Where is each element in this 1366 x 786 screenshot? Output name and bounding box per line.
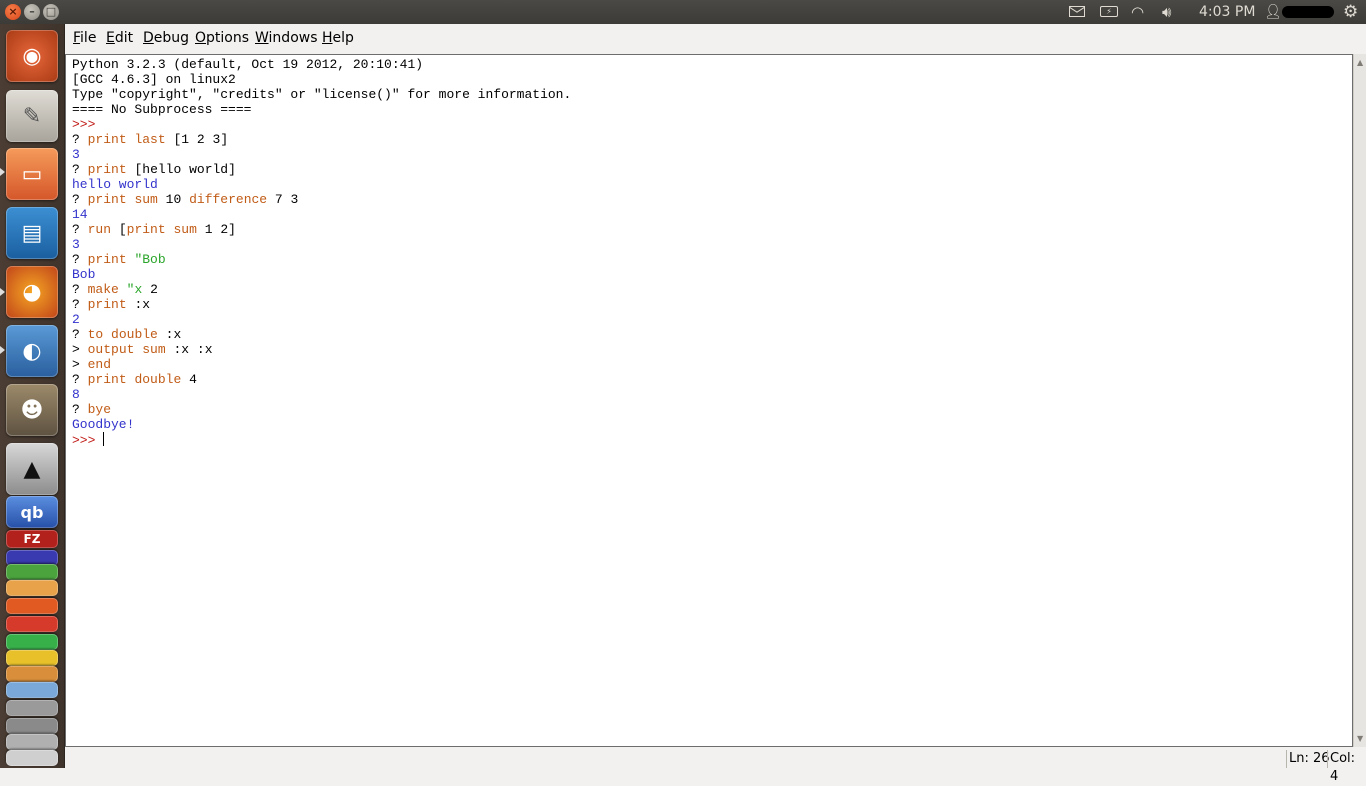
maximize-window-icon[interactable]: □ bbox=[43, 4, 59, 20]
filezilla-icon[interactable]: FZ bbox=[6, 530, 58, 548]
shell-output-line: 14 bbox=[72, 207, 88, 222]
menu-debug-mnemonic: D bbox=[143, 30, 154, 46]
menu-edit[interactable]: Edit bbox=[106, 30, 133, 46]
firefox-icon[interactable]: ◕ bbox=[6, 266, 58, 318]
battery-icon[interactable]: ⚡ bbox=[1100, 6, 1118, 17]
scroll-up-arrow-icon[interactable]: ▲ bbox=[1357, 58, 1363, 67]
shell-line: ? print double 4 bbox=[72, 372, 197, 387]
qbittorrent-icon[interactable]: qb bbox=[6, 496, 58, 528]
shell-output-line: 3 bbox=[72, 237, 80, 252]
files-icon[interactable]: ▭ bbox=[6, 148, 58, 200]
menu-file-label: ile bbox=[80, 30, 97, 46]
shell-line: ? make "x 2 bbox=[72, 282, 158, 297]
shell-prompt-line: >>> bbox=[72, 117, 104, 132]
clock[interactable]: 4:03 PM bbox=[1199, 0, 1255, 24]
menu-file-mnemonic: F bbox=[73, 30, 81, 46]
stacked-app-icon[interactable] bbox=[6, 598, 58, 614]
volume-icon[interactable]: 🔊︎ bbox=[1162, 0, 1171, 24]
shell-line: > output sum :x :x bbox=[72, 342, 213, 357]
mail-icon[interactable] bbox=[1069, 6, 1085, 17]
shell-line: Type "copyright", "credits" or "license(… bbox=[72, 87, 572, 102]
status-bar: Ln: 26 Col: 4 bbox=[65, 748, 1366, 784]
gimp-icon[interactable]: ☻ bbox=[6, 384, 58, 436]
writer-icon[interactable]: ▤ bbox=[6, 207, 58, 259]
menu-help-label: elp bbox=[332, 30, 354, 46]
shell-line: ? to double :x bbox=[72, 327, 182, 342]
stacked-app-icon[interactable] bbox=[6, 734, 58, 750]
shell-line: > end bbox=[72, 357, 112, 372]
text-editor-icon[interactable]: ✎ bbox=[6, 90, 58, 142]
stacked-app-icon[interactable] bbox=[6, 700, 58, 716]
menu-debug-label: ebug bbox=[153, 30, 190, 46]
shell-line: ? bye bbox=[72, 402, 112, 417]
settings-icon[interactable]: ⚙ bbox=[1343, 0, 1358, 24]
launcher: ◉ ✎ ▭ ▤ ◕ ◐ ☻ ▲ qb FZ bbox=[0, 24, 65, 768]
stacked-app-icon[interactable] bbox=[6, 718, 58, 734]
shell-output-line: Bob bbox=[72, 267, 96, 282]
inkscape-icon[interactable]: ▲ bbox=[6, 443, 58, 495]
status-line-number: Ln: 26 bbox=[1286, 750, 1332, 768]
menu-options-label: ptions bbox=[206, 30, 250, 46]
stacked-app-icon[interactable] bbox=[6, 666, 58, 682]
shell-line: ? print [hello world] bbox=[72, 162, 236, 177]
shell-current-prompt[interactable]: >>> bbox=[72, 432, 1352, 448]
running-indicator bbox=[0, 288, 5, 296]
menu-windows-label: indows bbox=[268, 30, 318, 46]
menu-windows-mnemonic: W bbox=[255, 30, 269, 46]
running-indicator bbox=[0, 168, 5, 176]
shell-output-line: hello world bbox=[72, 177, 158, 192]
user-name-redacted[interactable] bbox=[1282, 6, 1334, 18]
fz-label: FZ bbox=[23, 532, 41, 546]
stacked-app-icon[interactable] bbox=[6, 634, 58, 650]
close-window-icon[interactable]: × bbox=[5, 4, 21, 20]
menu-bar: File Edit Debug Options Windows Help bbox=[65, 24, 1366, 53]
stacked-app-icon[interactable] bbox=[6, 616, 58, 632]
stacked-app-icon[interactable] bbox=[6, 564, 58, 580]
shell-line: [GCC 4.6.3] on linux2 bbox=[72, 72, 236, 87]
text-cursor bbox=[103, 432, 105, 446]
vertical-scrollbar[interactable]: ▲ ▼ bbox=[1353, 54, 1366, 747]
minimize-window-icon[interactable]: – bbox=[24, 4, 40, 20]
menu-options-mnemonic: O bbox=[195, 30, 207, 46]
shell-output-line: Goodbye! bbox=[72, 417, 135, 432]
thunderbird-icon[interactable]: ◐ bbox=[6, 325, 58, 377]
shell-line: ? print last [1 2 3] bbox=[72, 132, 229, 147]
shell-output-line: 2 bbox=[72, 312, 80, 327]
menu-edit-label: dit bbox=[114, 30, 134, 46]
menu-debug[interactable]: Debug bbox=[143, 30, 189, 46]
stacked-app-icon[interactable] bbox=[6, 682, 58, 698]
running-indicator bbox=[0, 346, 5, 354]
shell-text-area[interactable]: Python 3.2.3 (default, Oct 19 2012, 20:1… bbox=[65, 54, 1353, 747]
shell-line: Python 3.2.3 (default, Oct 19 2012, 20:1… bbox=[72, 57, 424, 72]
shell-line: ? run [print sum 1 2] bbox=[72, 222, 236, 237]
shell-line: ? print "Bob bbox=[72, 252, 166, 267]
ubuntu-logo-icon[interactable]: ◉ bbox=[6, 30, 58, 82]
trash-icon[interactable] bbox=[6, 750, 58, 766]
shell-output-line: 8 bbox=[72, 387, 80, 402]
menu-options[interactable]: Options bbox=[195, 30, 249, 46]
shell-line: ==== No Subprocess ==== bbox=[72, 102, 252, 117]
menu-windows[interactable]: Windows bbox=[255, 30, 318, 46]
status-column-number: Col: 4 bbox=[1327, 750, 1366, 784]
shell-output-line: 3 bbox=[72, 147, 80, 162]
shell-line: ? print sum 10 difference 7 3 bbox=[72, 192, 299, 207]
menu-file[interactable]: File bbox=[73, 30, 96, 46]
scroll-down-arrow-icon[interactable]: ▼ bbox=[1357, 734, 1363, 743]
shell-prompt: >>> bbox=[72, 433, 104, 448]
stacked-app-icon[interactable] bbox=[6, 650, 58, 666]
qb-label: qb bbox=[20, 502, 44, 522]
shell-line: ? print :x bbox=[72, 297, 151, 312]
wifi-icon[interactable]: ◠ bbox=[1131, 0, 1144, 24]
menu-edit-mnemonic: E bbox=[106, 30, 115, 46]
stacked-app-icon[interactable] bbox=[6, 580, 58, 596]
menu-help[interactable]: Help bbox=[322, 30, 354, 46]
top-panel: × – □ ⚡ ◠ 🔊︎ 4:03 PM 👤︎ ⚙ bbox=[0, 0, 1366, 24]
menu-help-mnemonic: H bbox=[322, 30, 333, 46]
user-icon[interactable]: 👤︎ bbox=[1264, 0, 1282, 24]
